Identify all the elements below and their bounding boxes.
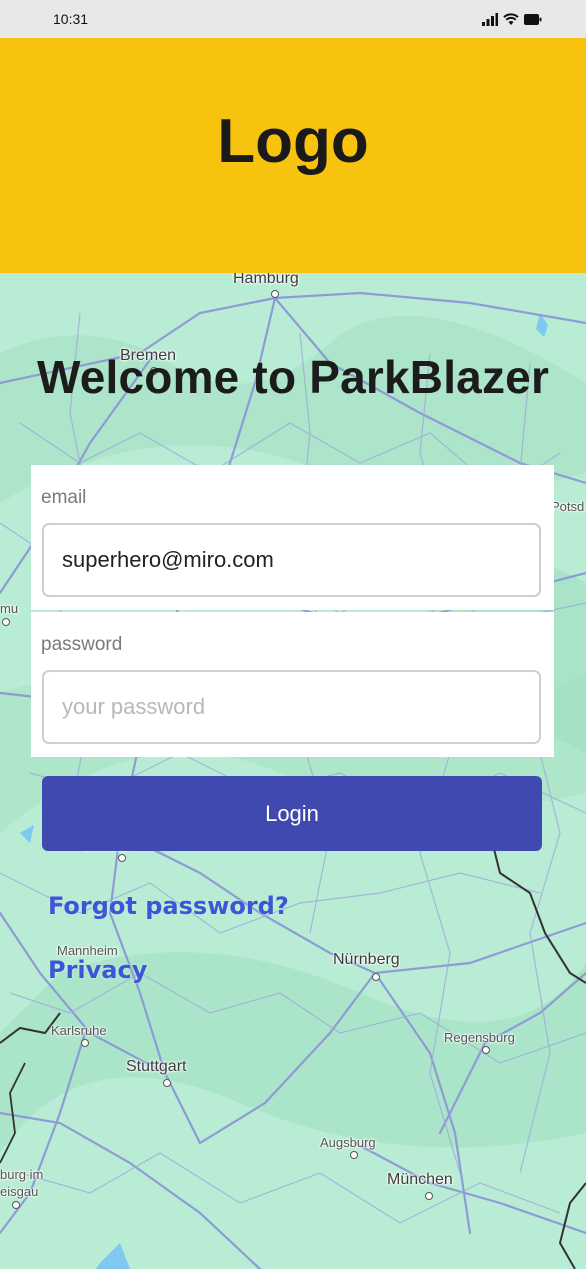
email-input[interactable]: [42, 523, 541, 597]
city-label: Hamburg: [233, 273, 299, 298]
signal-icon: [482, 12, 498, 26]
city-label: eisgau: [0, 1184, 38, 1209]
city-label: München: [387, 1171, 453, 1200]
email-label: email: [41, 487, 87, 508]
map-background: Hamburg Bremen Potsd mu am Main Mannheim…: [0, 273, 586, 1269]
city-label: Karlsruhe: [51, 1023, 107, 1047]
status-time: 10:31: [53, 11, 89, 27]
city-label: Stuttgart: [126, 1058, 186, 1087]
app-header: Logo: [0, 38, 586, 273]
city-label: Potsd: [551, 499, 585, 514]
email-field-card: email: [31, 465, 554, 610]
privacy-link[interactable]: Privacy: [48, 956, 147, 984]
wifi-icon: [503, 12, 519, 26]
password-field-card: password: [31, 612, 554, 757]
city-label: Regensburg: [444, 1030, 515, 1054]
status-bar: 10:31: [0, 0, 586, 38]
city-label: burg im: [0, 1167, 44, 1182]
password-input[interactable]: [42, 670, 541, 744]
password-label: password: [41, 634, 123, 655]
welcome-title: Welcome to ParkBlazer: [36, 351, 550, 403]
app-logo: Logo: [217, 107, 369, 176]
city-label: mu: [0, 601, 18, 626]
status-icons: [482, 12, 542, 26]
city-label: Nürnberg: [333, 951, 400, 981]
login-button[interactable]: Login: [42, 776, 542, 851]
battery-icon: [524, 13, 542, 25]
map-roads: [0, 291, 586, 1269]
forgot-password-link[interactable]: Forgot password?: [48, 892, 289, 920]
city-label: Augsburg: [320, 1135, 376, 1159]
